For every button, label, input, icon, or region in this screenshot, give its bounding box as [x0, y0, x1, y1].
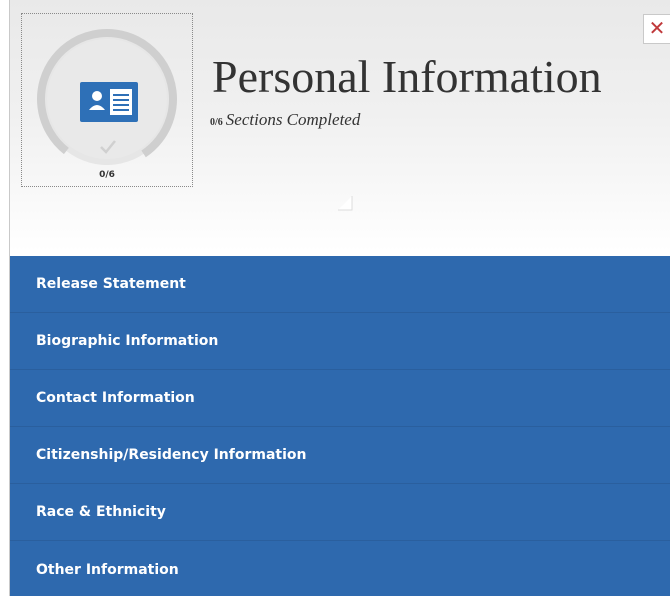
section-contact-information[interactable]: Contact Information	[10, 370, 670, 427]
section-race-ethnicity[interactable]: Race & Ethnicity	[10, 484, 670, 541]
page-title: Personal Information	[212, 51, 602, 102]
personal-information-panel: 0/6 Personal Information 0/6 Sections Com…	[9, 0, 670, 596]
section-citizenship-residency[interactable]: Citizenship/Residency Information	[10, 427, 670, 484]
section-label: Citizenship/Residency Information	[36, 447, 307, 463]
section-label: Contact Information	[36, 390, 195, 406]
id-card-icon	[80, 82, 138, 122]
progress-indicator: 0/6	[21, 13, 193, 187]
section-other-information[interactable]: Other Information	[10, 541, 670, 598]
progress-summary: 0/6 Sections Completed	[210, 110, 360, 130]
section-label: Other Information	[36, 561, 179, 578]
section-label: Release Statement	[36, 276, 186, 292]
section-release-statement[interactable]: Release Statement	[10, 256, 670, 313]
progress-summary-text: Sections Completed	[225, 110, 361, 129]
close-icon: ✕	[648, 16, 666, 40]
section-list: Release Statement Biographic Information…	[10, 256, 670, 596]
pointer-arrow-icon	[338, 196, 354, 212]
close-button[interactable]: ✕	[643, 14, 670, 44]
section-label: Race & Ethnicity	[36, 504, 166, 520]
section-label: Biographic Information	[36, 333, 219, 349]
section-header: 0/6 Personal Information 0/6 Sections Com…	[10, 0, 670, 252]
progress-count: 0/6	[99, 170, 115, 180]
progress-small-count: 0/6	[210, 117, 223, 128]
section-biographic-information[interactable]: Biographic Information	[10, 313, 670, 370]
